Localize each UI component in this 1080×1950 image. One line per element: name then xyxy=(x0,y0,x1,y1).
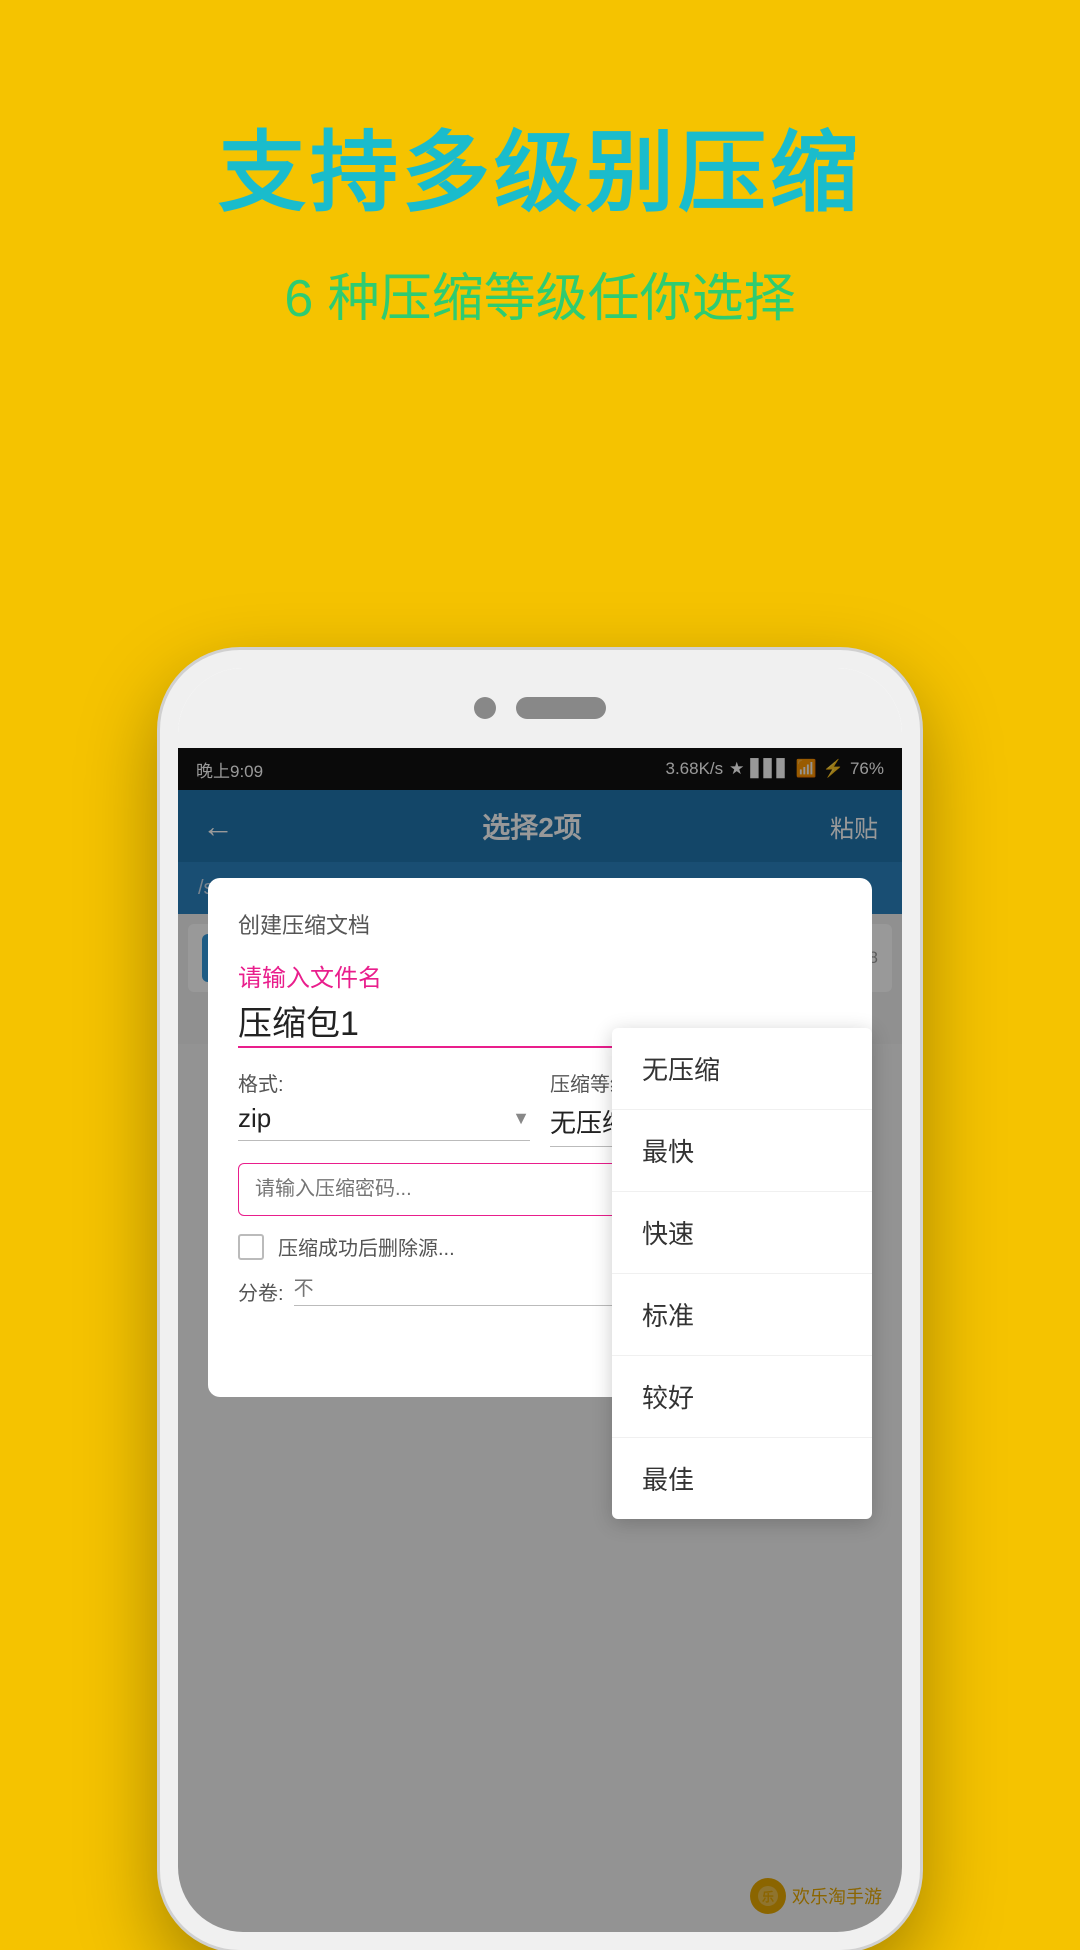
main-title: 支持多级别压缩 xyxy=(0,120,1080,226)
format-value: zip xyxy=(238,1103,504,1134)
delete-checkbox[interactable] xyxy=(238,1234,264,1260)
speaker-slot xyxy=(516,697,606,719)
phone-inner: 晚上9:09 3.68K/s ★ ▋▋▋ 📶 ⚡ 76% ← 选择2项 粘贴 xyxy=(178,668,902,1932)
checkbox-label: 压缩成功后删除源... xyxy=(278,1232,455,1261)
level-item-5[interactable]: 最佳 xyxy=(612,1438,872,1519)
phone-mockup: 晚上9:09 3.68K/s ★ ▋▋▋ 📶 ⚡ 76% ← 选择2项 粘贴 xyxy=(160,650,920,1950)
format-dropdown-arrow: ▼ xyxy=(512,1108,530,1129)
level-item-3[interactable]: 标准 xyxy=(612,1274,872,1356)
level-item-0[interactable]: 无压缩 xyxy=(612,1028,872,1110)
camera-dot xyxy=(474,697,496,719)
level-dropdown-open: 无压缩 最快 快速 标准 较好 最佳 xyxy=(612,1028,872,1519)
dialog-overlay: 创建压缩文档 请输入文件名 格式: zip ▼ xyxy=(178,748,902,1932)
volume-label: 分卷: xyxy=(238,1277,284,1306)
filename-label: 请输入文件名 xyxy=(238,958,842,993)
top-section: 支持多级别压缩 6 种压缩等级任你选择 xyxy=(0,0,1080,331)
phone-screen: 晚上9:09 3.68K/s ★ ▋▋▋ 📶 ⚡ 76% ← 选择2项 粘贴 xyxy=(178,748,902,1932)
phone-outer: 晚上9:09 3.68K/s ★ ▋▋▋ 📶 ⚡ 76% ← 选择2项 粘贴 xyxy=(160,650,920,1950)
dialog-title: 创建压缩文档 xyxy=(238,908,842,940)
level-item-4[interactable]: 较好 xyxy=(612,1356,872,1438)
format-label: 格式: xyxy=(238,1068,530,1097)
level-item-2[interactable]: 快速 xyxy=(612,1192,872,1274)
level-item-1[interactable]: 最快 xyxy=(612,1110,872,1192)
sub-title: 6 种压缩等级任你选择 xyxy=(0,256,1080,331)
phone-top-bar xyxy=(178,668,902,748)
format-dropdown[interactable]: zip ▼ xyxy=(238,1103,530,1141)
format-section: 格式: zip ▼ xyxy=(238,1068,530,1141)
